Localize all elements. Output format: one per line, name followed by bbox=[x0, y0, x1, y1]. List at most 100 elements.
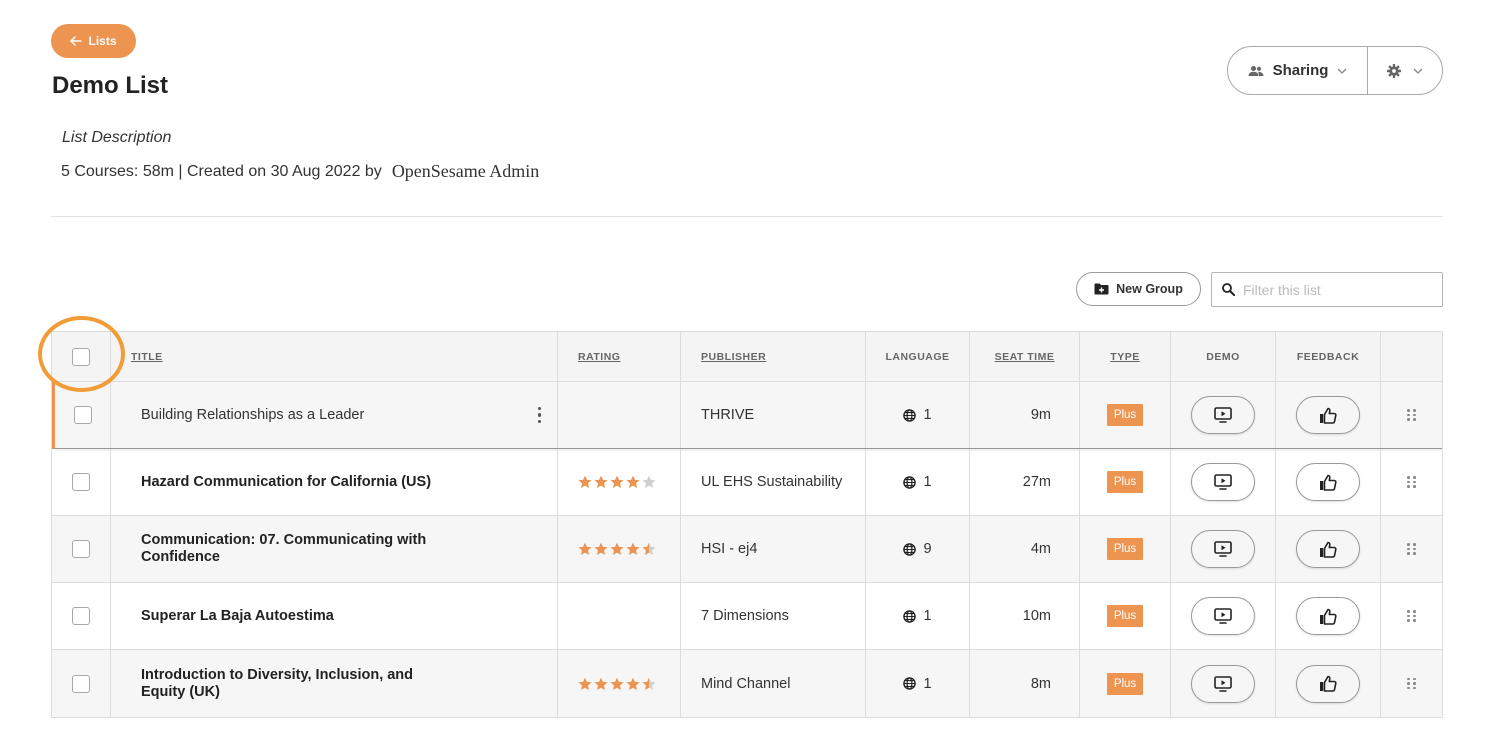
star-icon bbox=[594, 542, 608, 555]
table-row: Hazard Communication for California (US)… bbox=[52, 449, 1442, 516]
play-screen-icon bbox=[1214, 675, 1232, 692]
header-type-cell: TYPE bbox=[1080, 332, 1171, 381]
globe-icon bbox=[903, 475, 917, 489]
row-checkbox[interactable] bbox=[72, 540, 90, 558]
new-group-button[interactable]: New Group bbox=[1076, 272, 1201, 306]
page-title: Demo List bbox=[52, 72, 169, 99]
header-drag-cell bbox=[1381, 332, 1442, 381]
row-select-cell bbox=[52, 516, 111, 582]
star-icon bbox=[610, 475, 624, 488]
feedback-button[interactable] bbox=[1296, 530, 1360, 568]
feedback-button[interactable] bbox=[1296, 597, 1360, 635]
search-icon bbox=[1222, 283, 1235, 296]
sharing-button[interactable]: Sharing bbox=[1228, 47, 1368, 94]
drag-handle-icon[interactable] bbox=[1407, 476, 1416, 488]
publisher-name: UL EHS Sustainability bbox=[701, 474, 843, 490]
seat-time: 27m bbox=[1022, 474, 1051, 490]
row-type-cell: Plus bbox=[1080, 516, 1171, 582]
row-language-cell: 1 bbox=[866, 449, 970, 515]
row-checkbox[interactable] bbox=[73, 406, 92, 424]
row-publisher-cell: 7 Dimensions bbox=[681, 583, 866, 649]
type-badge: Plus bbox=[1106, 605, 1144, 627]
row-seat-time-cell: 27m bbox=[970, 449, 1080, 515]
demo-button[interactable] bbox=[1191, 463, 1255, 501]
star-icon bbox=[642, 677, 656, 690]
row-checkbox[interactable] bbox=[72, 473, 90, 491]
sort-seat-time-header[interactable]: SEAT TIME bbox=[995, 351, 1055, 363]
new-group-label: New Group bbox=[1116, 282, 1183, 296]
arrow-left-icon bbox=[70, 36, 83, 46]
row-language-cell: 9 bbox=[866, 516, 970, 582]
sort-publisher-header[interactable]: PUBLISHER bbox=[701, 351, 766, 363]
language-count: 1 bbox=[923, 608, 932, 624]
course-title[interactable]: Superar La Baja Autoestima bbox=[141, 608, 334, 625]
row-checkbox[interactable] bbox=[72, 607, 90, 625]
demo-button[interactable] bbox=[1191, 597, 1255, 635]
star-rating bbox=[578, 542, 656, 556]
play-screen-icon bbox=[1214, 541, 1232, 557]
header-divider bbox=[51, 216, 1443, 217]
play-screen-icon bbox=[1214, 474, 1232, 490]
filter-box bbox=[1211, 272, 1443, 307]
course-title[interactable]: Introduction to Diversity, Inclusion, an… bbox=[141, 667, 441, 701]
settings-dropdown-button[interactable] bbox=[1368, 47, 1442, 94]
sort-type-header[interactable]: TYPE bbox=[1110, 351, 1139, 363]
filter-input[interactable] bbox=[1243, 281, 1423, 298]
drag-handle-icon[interactable] bbox=[1407, 610, 1416, 622]
row-feedback-cell bbox=[1276, 516, 1381, 582]
language-count: 1 bbox=[923, 675, 932, 692]
globe-icon bbox=[903, 408, 917, 422]
feedback-button[interactable] bbox=[1296, 463, 1360, 501]
drag-handle-icon[interactable] bbox=[1407, 409, 1416, 421]
thumbs-up-icon bbox=[1320, 407, 1337, 424]
table-header-row: TITLE RATING PUBLISHER LANGUAGE SEAT TIM… bbox=[52, 332, 1442, 382]
row-language-cell: 1 bbox=[866, 583, 970, 649]
star-icon bbox=[578, 475, 592, 488]
feedback-button[interactable] bbox=[1296, 664, 1360, 703]
publisher-name: THRIVE bbox=[701, 407, 755, 423]
star-icon bbox=[610, 677, 624, 690]
type-badge: Plus bbox=[1106, 471, 1144, 493]
star-icon bbox=[578, 542, 592, 555]
table-row: Building Relationships as a Leader THRIV… bbox=[52, 382, 1442, 452]
select-all-checkbox[interactable] bbox=[72, 347, 90, 366]
row-drag-cell bbox=[1381, 516, 1442, 582]
drag-handle-icon[interactable] bbox=[1407, 543, 1416, 555]
row-seat-time-cell: 10m bbox=[970, 583, 1080, 649]
header-language-cell: LANGUAGE bbox=[866, 332, 970, 381]
feedback-button[interactable] bbox=[1296, 396, 1360, 434]
row-rating-cell bbox=[558, 382, 681, 448]
thumbs-up-icon bbox=[1320, 675, 1337, 692]
row-select-cell bbox=[52, 583, 111, 649]
row-checkbox[interactable] bbox=[72, 674, 90, 693]
demo-button[interactable] bbox=[1191, 396, 1255, 434]
row-publisher-cell: UL EHS Sustainability bbox=[681, 449, 866, 515]
course-title[interactable]: Communication: 07. Communicating with Co… bbox=[141, 532, 441, 566]
header-seat-time-cell: SEAT TIME bbox=[970, 332, 1080, 381]
language-count: 9 bbox=[923, 541, 932, 557]
table-body: Building Relationships as a Leader THRIV… bbox=[52, 382, 1442, 717]
globe-icon bbox=[903, 542, 917, 556]
row-rating-cell bbox=[558, 449, 681, 515]
sharing-control-group: Sharing bbox=[1227, 46, 1443, 95]
sharing-label: Sharing bbox=[1272, 62, 1329, 79]
row-publisher-cell: HSI - ej4 bbox=[681, 516, 866, 582]
row-demo-cell bbox=[1171, 449, 1276, 515]
star-icon bbox=[578, 677, 592, 690]
more-options-icon[interactable] bbox=[534, 405, 546, 426]
course-title[interactable]: Building Relationships as a Leader bbox=[141, 407, 364, 424]
globe-icon bbox=[903, 609, 917, 623]
demo-button[interactable] bbox=[1191, 530, 1255, 568]
course-title[interactable]: Hazard Communication for California (US) bbox=[141, 474, 431, 491]
drag-handle-icon[interactable] bbox=[1407, 677, 1416, 690]
back-to-lists-button[interactable]: Lists bbox=[51, 24, 136, 58]
language-header: LANGUAGE bbox=[885, 350, 950, 363]
publisher-name: HSI - ej4 bbox=[701, 541, 758, 557]
seat-time: 9m bbox=[1030, 407, 1051, 423]
globe-icon bbox=[903, 677, 917, 690]
thumbs-up-icon bbox=[1320, 541, 1337, 558]
row-feedback-cell bbox=[1276, 583, 1381, 649]
sort-rating-header[interactable]: RATING bbox=[578, 351, 620, 363]
sort-title-header[interactable]: TITLE bbox=[131, 351, 163, 363]
demo-button[interactable] bbox=[1191, 664, 1255, 703]
